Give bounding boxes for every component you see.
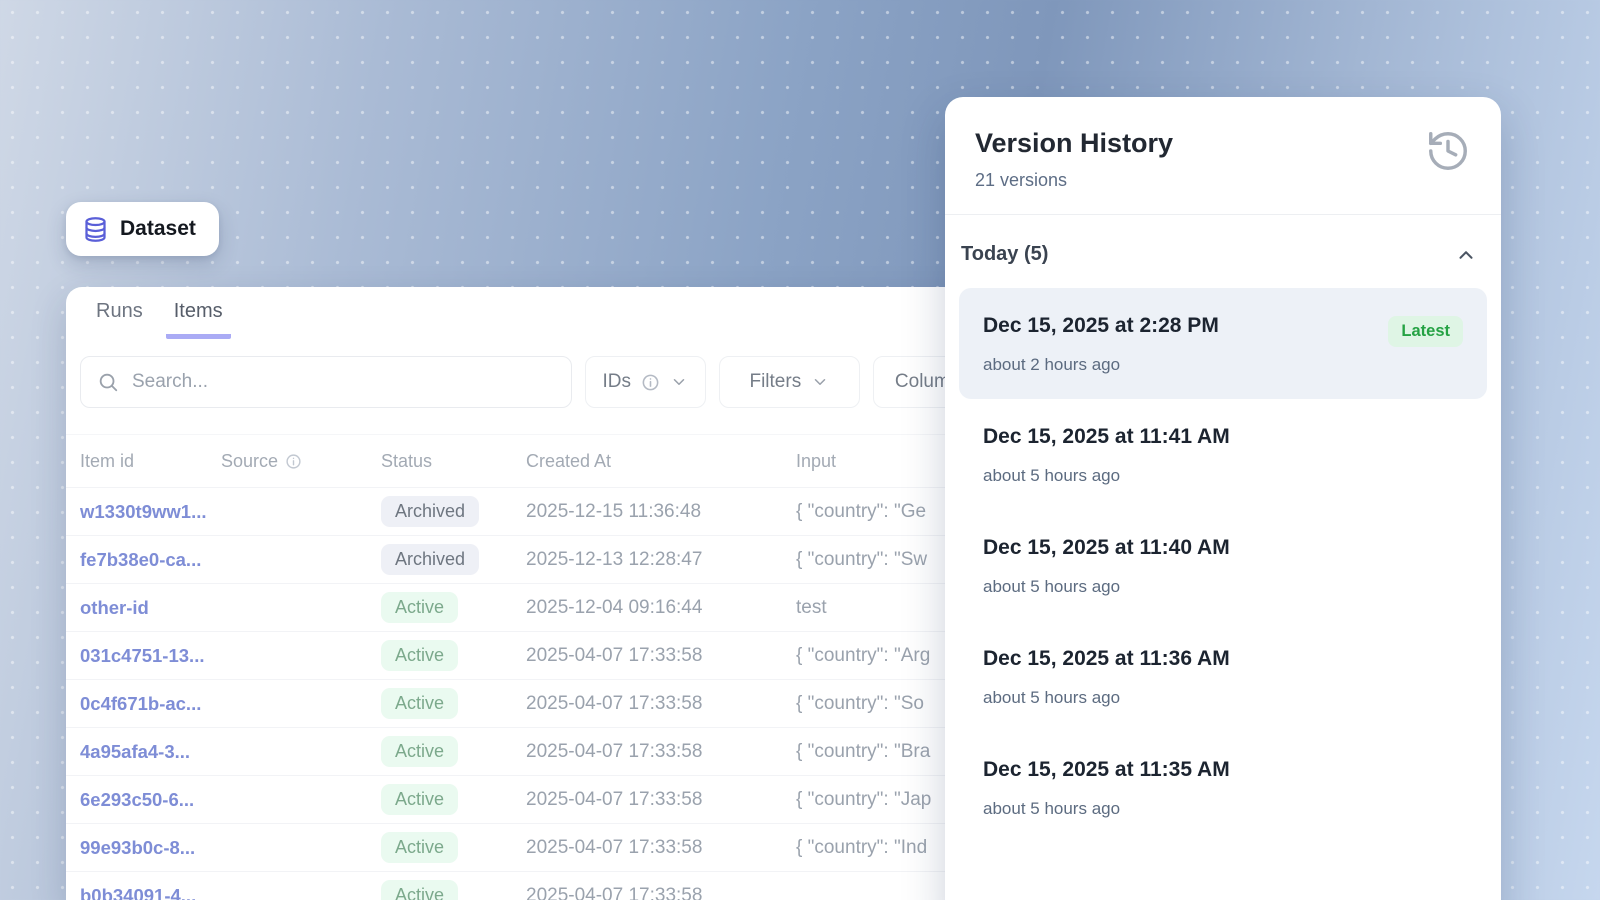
version-relative-time: about 5 hours ago xyxy=(983,466,1230,486)
item-id-link[interactable]: 4a95afa4-3... xyxy=(66,741,221,763)
created-at-value: 2025-04-07 17:33:58 xyxy=(526,837,796,859)
tab-items[interactable]: Items xyxy=(166,300,231,339)
chevron-down-icon xyxy=(670,373,688,391)
item-id-link[interactable]: fe7b38e0-ca... xyxy=(66,549,221,571)
dataset-chip: Dataset xyxy=(66,202,219,256)
status-badge: Archived xyxy=(381,496,479,527)
version-entry[interactable]: Dec 15, 2025 at 11:41 AM about 5 hours a… xyxy=(959,399,1487,510)
status-badge: Archived xyxy=(381,544,479,575)
item-id-link[interactable]: other-id xyxy=(66,597,221,619)
item-id-link[interactable]: 0c4f671b-ac... xyxy=(66,693,221,715)
filters-dropdown[interactable]: Filters xyxy=(719,356,860,408)
toolbar: IDs Filters Columns xyxy=(66,356,1006,408)
column-header-created-at: Created At xyxy=(526,451,796,472)
version-entry[interactable]: Dec 15, 2025 at 11:35 AM about 5 hours a… xyxy=(959,732,1487,843)
tab-bar: Runs Items xyxy=(66,287,1006,339)
version-history-panel: Version History 21 versions Today (5) De… xyxy=(945,97,1501,900)
created-at-value: 2025-12-13 12:28:47 xyxy=(526,549,796,571)
ids-dropdown-label: IDs xyxy=(603,371,632,393)
history-icon xyxy=(1425,128,1471,174)
info-icon xyxy=(285,453,302,470)
table-row[interactable]: other-id Active 2025-12-04 09:16:44 test xyxy=(66,583,1006,631)
table-row[interactable]: b0b34091-4... Active 2025-04-07 17:33:58 xyxy=(66,871,1006,900)
item-id-link[interactable]: w1330t9ww1... xyxy=(66,501,221,523)
version-entry[interactable]: Dec 15, 2025 at 2:28 PM about 2 hours ag… xyxy=(959,288,1487,399)
version-timestamp: Dec 15, 2025 at 11:40 AM xyxy=(983,536,1230,560)
version-relative-time: about 5 hours ago xyxy=(983,577,1230,597)
table-row[interactable]: 031c4751-13... Active 2025-04-07 17:33:5… xyxy=(66,631,1006,679)
version-timestamp: Dec 15, 2025 at 2:28 PM xyxy=(983,314,1219,338)
version-entry[interactable]: Dec 15, 2025 at 11:36 AM about 5 hours a… xyxy=(959,621,1487,732)
version-timestamp: Dec 15, 2025 at 11:36 AM xyxy=(983,647,1230,671)
status-badge: Active xyxy=(381,688,458,719)
version-relative-time: about 2 hours ago xyxy=(983,355,1219,375)
version-entry-list: Dec 15, 2025 at 2:28 PM about 2 hours ag… xyxy=(945,266,1501,843)
version-group-today[interactable]: Today (5) xyxy=(945,215,1501,266)
table-header: Item id Source Status Created At Input xyxy=(66,434,1006,487)
filters-dropdown-label: Filters xyxy=(749,371,801,393)
created-at-value: 2025-04-07 17:33:58 xyxy=(526,645,796,667)
created-at-value: 2025-04-07 17:33:58 xyxy=(526,741,796,763)
status-badge: Active xyxy=(381,832,458,863)
table-row[interactable]: 6e293c50-6... Active 2025-04-07 17:33:58… xyxy=(66,775,1006,823)
table-row[interactable]: fe7b38e0-ca... Archived 2025-12-13 12:28… xyxy=(66,535,1006,583)
ids-dropdown[interactable]: IDs xyxy=(585,356,706,408)
search-input[interactable] xyxy=(132,371,555,393)
status-badge: Active xyxy=(381,784,458,815)
version-count: 21 versions xyxy=(975,170,1173,191)
version-relative-time: about 5 hours ago xyxy=(983,799,1230,819)
version-group-label: Today (5) xyxy=(961,243,1048,266)
version-relative-time: about 5 hours ago xyxy=(983,688,1230,708)
item-id-link[interactable]: 6e293c50-6... xyxy=(66,789,221,811)
tab-runs[interactable]: Runs xyxy=(88,300,151,339)
table-row[interactable]: 0c4f671b-ac... Active 2025-04-07 17:33:5… xyxy=(66,679,1006,727)
table-row[interactable]: w1330t9ww1... Archived 2025-12-15 11:36:… xyxy=(66,487,1006,535)
table-row[interactable]: 4a95afa4-3... Active 2025-04-07 17:33:58… xyxy=(66,727,1006,775)
version-entry[interactable]: Dec 15, 2025 at 11:40 AM about 5 hours a… xyxy=(959,510,1487,621)
chevron-up-icon[interactable] xyxy=(1455,244,1477,266)
column-header-status: Status xyxy=(381,451,526,472)
created-at-value: 2025-12-15 11:36:48 xyxy=(526,501,796,523)
created-at-value: 2025-04-07 17:33:58 xyxy=(526,789,796,811)
item-id-link[interactable]: 031c4751-13... xyxy=(66,645,221,667)
version-history-header: Version History 21 versions xyxy=(945,97,1501,215)
status-badge: Active xyxy=(381,880,458,900)
item-id-link[interactable]: b0b34091-4... xyxy=(66,885,221,900)
dataset-chip-label: Dataset xyxy=(120,217,196,241)
created-at-value: 2025-12-04 09:16:44 xyxy=(526,597,796,619)
search-box[interactable] xyxy=(80,356,572,408)
status-badge: Active xyxy=(381,640,458,671)
search-icon xyxy=(97,371,119,393)
item-id-link[interactable]: 99e93b0c-8... xyxy=(66,837,221,859)
version-history-title: Version History xyxy=(975,128,1173,159)
created-at-value: 2025-04-07 17:33:58 xyxy=(526,693,796,715)
items-table: Item id Source Status Created At Input w… xyxy=(66,434,1006,900)
latest-badge: Latest xyxy=(1388,316,1463,347)
info-icon xyxy=(641,373,660,392)
status-badge: Active xyxy=(381,736,458,767)
column-header-item-id: Item id xyxy=(66,451,221,472)
version-timestamp: Dec 15, 2025 at 11:35 AM xyxy=(983,758,1230,782)
chevron-down-icon xyxy=(811,373,829,391)
dataset-panel: Runs Items IDs xyxy=(66,287,1006,900)
version-timestamp: Dec 15, 2025 at 11:41 AM xyxy=(983,425,1230,449)
table-row[interactable]: 99e93b0c-8... Active 2025-04-07 17:33:58… xyxy=(66,823,1006,871)
column-header-source: Source xyxy=(221,451,381,472)
database-icon xyxy=(82,216,109,243)
status-badge: Active xyxy=(381,592,458,623)
created-at-value: 2025-04-07 17:33:58 xyxy=(526,885,796,900)
